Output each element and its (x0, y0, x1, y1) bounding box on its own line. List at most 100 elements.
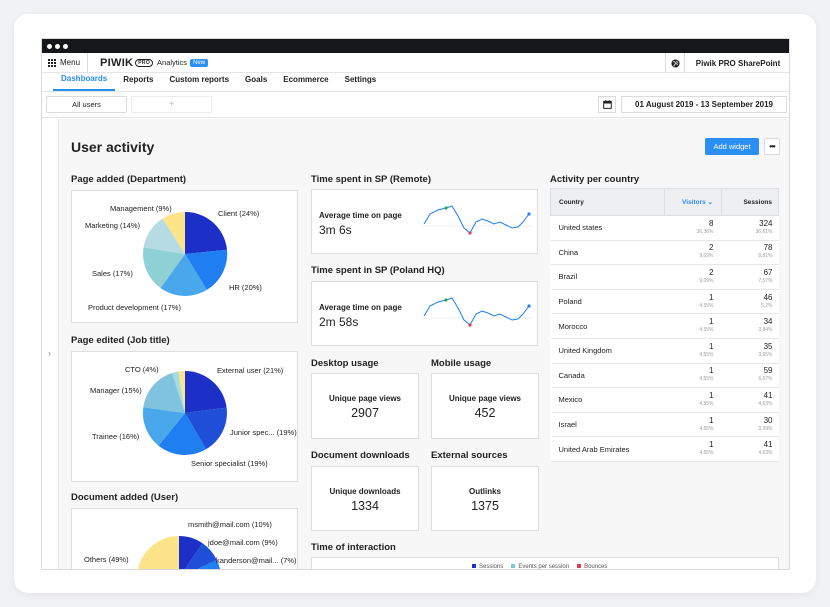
cell-visitors: 1 4,55% (664, 387, 722, 413)
nav-goals[interactable]: Goals (237, 72, 275, 91)
table-row[interactable]: Canada 1 4,55% 59 6,67% (550, 363, 779, 389)
widget-time-remote: Average time on page 3m 6s (311, 189, 538, 254)
pie-slice-others (138, 536, 179, 569)
visitors-percent: 9,09% (699, 253, 714, 260)
sessions-percent: 5,2% (761, 302, 773, 309)
logo-text: PIWIK (100, 56, 134, 69)
pie-slice-client (185, 211, 227, 254)
kpi-label-mobile: Unique page views (448, 394, 522, 403)
sessions-value: 41 (763, 440, 773, 450)
calendar-icon (602, 100, 612, 109)
widget-title-time-remote: Time spent in SP (Remote) (311, 174, 432, 185)
pie-chart-job-title (142, 370, 227, 455)
cell-country: United Kingdom (550, 338, 665, 364)
sparkline-remote (422, 205, 532, 235)
widget-title-mobile: Mobile usage (431, 358, 492, 369)
cell-visitors: 1 4,55% (664, 363, 722, 389)
collapsed-sidebar[interactable]: › (42, 119, 59, 569)
nav-custom-reports[interactable]: Custom reports (161, 72, 237, 91)
nav-reports[interactable]: Reports (115, 72, 161, 91)
table-row[interactable]: Israel 1 4,55% 30 3,39% (550, 412, 779, 438)
menu-button[interactable]: Menu (42, 52, 89, 73)
cell-visitors: 1 4,55% (664, 412, 722, 438)
sessions-value: 59 (763, 366, 773, 376)
nav-dashboards[interactable]: Dashboards (53, 72, 116, 91)
table-row[interactable]: Morocco 1 4,55% 34 3,84% (550, 313, 779, 339)
site-selector[interactable]: Piwik PRO SharePoint (685, 53, 789, 73)
add-widget-button[interactable]: Add widget (705, 138, 759, 155)
sparkline-end-marker (527, 304, 531, 308)
sessions-value: 67 (763, 267, 773, 277)
column-header-sessions[interactable]: Sessions (721, 188, 779, 216)
sparkline-peak-marker (444, 206, 448, 210)
widget-desktop: Unique page views 2907 (311, 373, 419, 439)
pie-label-marketing: Marketing (14%) (85, 221, 141, 230)
chevron-right-icon[interactable]: › (48, 348, 51, 358)
visitors-value: 1 (709, 366, 714, 376)
table-row[interactable]: China 2 9,09% 78 8,81% (550, 240, 779, 266)
widget-title-desktop: Desktop usage (311, 358, 379, 369)
cell-visitors: 8 36,36% (664, 215, 722, 241)
table-row[interactable]: United Kingdom 1 4,55% 35 3,95% (550, 338, 779, 364)
new-badge: New (190, 58, 209, 67)
sessions-value: 41 (763, 390, 773, 400)
segment-all-users[interactable]: All users (46, 96, 127, 113)
table-row[interactable]: Mexico 1 4,55% 41 4,63% (550, 387, 779, 413)
cell-country: United Arab Emirates (550, 436, 665, 462)
site-selector-icon-button[interactable] (665, 53, 685, 73)
sessions-percent: 36,61% (755, 228, 773, 235)
pie-chart-department (143, 211, 228, 296)
table-row[interactable]: Poland 1 4,55% 46 5,2% (550, 289, 779, 315)
sessions-percent: 3,84% (758, 327, 773, 334)
window-dot-maximize[interactable] (63, 43, 68, 49)
pie-label-manager: Manager (15%) (90, 386, 142, 395)
calendar-button[interactable] (598, 96, 616, 113)
table-row[interactable]: United states 8 36,36% 324 36,61% (550, 215, 779, 241)
widget-title-document-added: Document added (User) (71, 492, 179, 503)
legend-bounces[interactable]: Bounces (577, 564, 607, 569)
avg-time-label-poland: Average time on page (319, 303, 402, 312)
add-segment-button[interactable]: + (131, 96, 212, 113)
sessions-value: 46 (763, 292, 773, 302)
cell-country: Canada (550, 363, 665, 389)
widget-page-added: Management (9%) Marketing (14%) Client (… (71, 190, 298, 323)
visitors-value: 2 (709, 243, 714, 253)
date-range-picker[interactable]: 01 August 2019 - 13 September 2019 (621, 96, 787, 113)
kpi-value-downloads: 1334 (351, 499, 379, 513)
kpi-value-external: 1375 (471, 499, 499, 513)
legend-events-per-session[interactable]: Events per session (511, 564, 569, 569)
cell-sessions: 41 4,63% (721, 387, 779, 413)
visitors-percent: 4,55% (699, 376, 714, 383)
piwik-logo[interactable]: PIWIK PRO (100, 56, 154, 69)
table-row[interactable]: Brazil 2 9,09% 67 7,57% (550, 264, 779, 290)
visitors-value: 1 (709, 415, 714, 425)
column-header-visitors[interactable]: Visitors ⌄ (664, 188, 722, 216)
cell-country: Mexico (550, 387, 665, 413)
window-dot-close[interactable] (47, 43, 52, 49)
nav-settings[interactable]: Settings (337, 72, 385, 91)
pie-label-hr: HR (20%) (229, 283, 262, 292)
more-options-button[interactable]: ••• (764, 138, 780, 155)
country-table: Country Visitors ⌄ Sessions United state… (550, 188, 779, 462)
widget-title-activity: Activity per country (550, 174, 640, 185)
cell-visitors: 2 9,09% (664, 264, 722, 290)
nav-ecommerce[interactable]: Ecommerce (275, 72, 336, 91)
window-dot-minimize[interactable] (55, 43, 60, 49)
sessions-value: 324 (759, 218, 773, 228)
top-bar: Menu PIWIK PRO Analytics New Piwik PRO S… (42, 52, 789, 73)
cell-sessions: 78 8,81% (721, 240, 779, 266)
cell-country: United states (550, 215, 665, 241)
avg-time-value-remote: 3m 6s (319, 223, 352, 237)
pie-label-others: Others (49%) (84, 555, 129, 564)
table-row[interactable]: United Arab Emirates 1 4,55% 41 4,63% (550, 436, 779, 462)
pie-label-kanderson: kanderson@mail... (7%) (216, 556, 297, 565)
sessions-percent: 3,39% (758, 425, 773, 432)
visitors-value: 8 (709, 218, 714, 228)
legend-sessions[interactable]: Sessions (472, 564, 503, 569)
visitors-value: 2 (709, 267, 714, 277)
sessions-percent: 8,81% (758, 253, 773, 260)
avg-time-label-remote: Average time on page (319, 211, 402, 220)
cell-country: China (550, 240, 665, 266)
column-header-country[interactable]: Country (550, 188, 665, 216)
cell-visitors: 1 4,55% (664, 313, 722, 339)
